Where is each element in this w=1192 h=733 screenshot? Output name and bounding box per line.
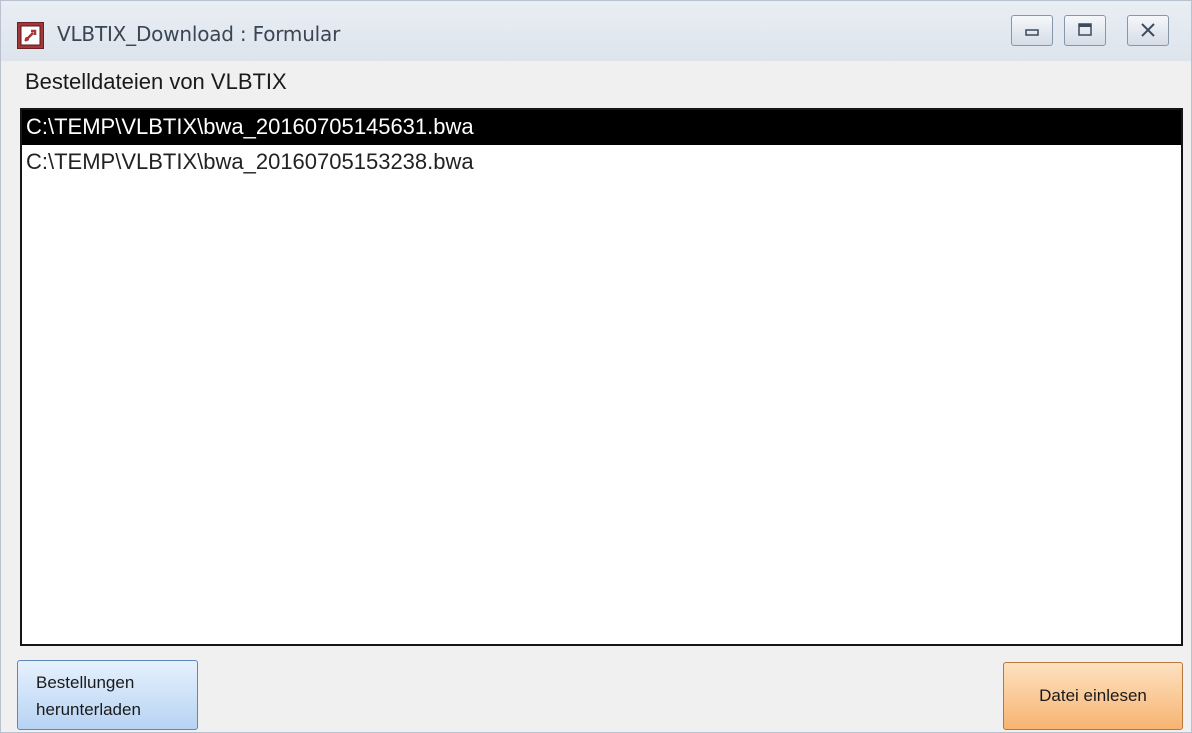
download-orders-label-line2: herunterladen <box>36 700 141 719</box>
close-button[interactable] <box>1127 15 1169 46</box>
title-bar[interactable]: VLBTIX_Download : Formular <box>1 1 1191 61</box>
maximize-button[interactable] <box>1064 15 1106 46</box>
access-form-icon <box>17 22 44 49</box>
list-item[interactable]: C:\TEMP\VLBTIX\bwa_20160705153238.bwa <box>22 145 1181 180</box>
form-window: VLBTIX_Download : Formular Bestelldateie… <box>0 0 1192 733</box>
window-title: VLBTIX_Download : Formular <box>57 22 341 46</box>
list-label: Bestelldateien von VLBTIX <box>25 69 287 94</box>
minimize-button[interactable] <box>1011 15 1053 46</box>
download-orders-label-line1: Bestellungen <box>36 673 135 692</box>
list-item[interactable]: C:\TEMP\VLBTIX\bwa_20160705145631.bwa <box>22 110 1181 145</box>
download-orders-button[interactable]: Bestellungen herunterladen <box>17 660 198 730</box>
order-files-listbox[interactable]: C:\TEMP\VLBTIX\bwa_20160705145631.bwa C:… <box>20 108 1183 646</box>
read-file-button[interactable]: Datei einlesen <box>1003 662 1183 730</box>
